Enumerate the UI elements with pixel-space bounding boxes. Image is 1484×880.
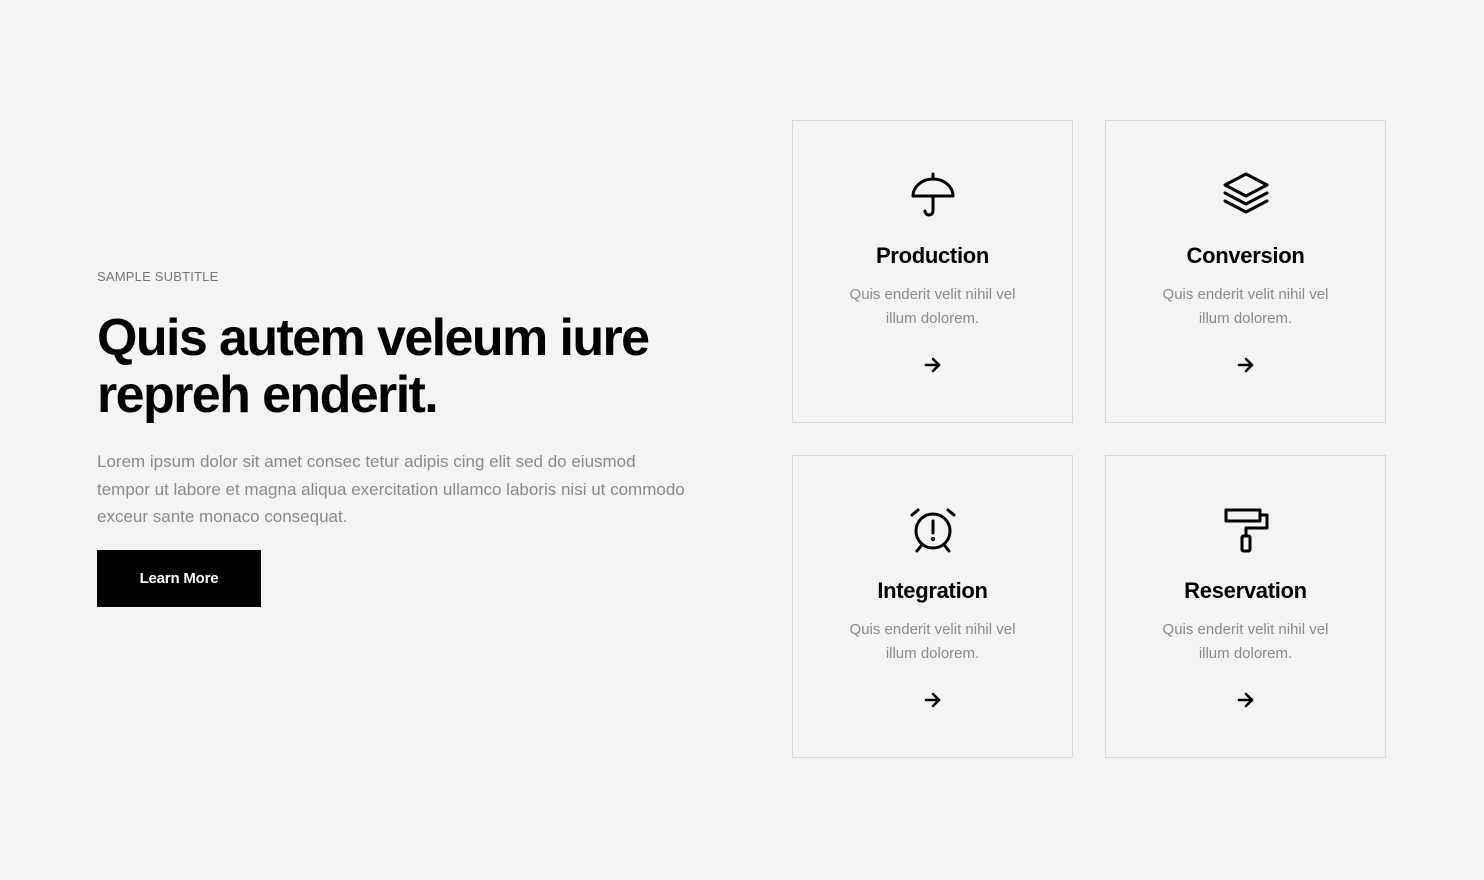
arrow-right-icon[interactable] [1234,353,1258,377]
hero-text-block: SAMPLE SUBTITLE Quis autem veleum iure r… [97,268,697,531]
card-description: Quis enderit velit nihil vel illum dolor… [1162,621,1329,662]
card-description: Quis enderit velit nihil vel illum dolor… [849,621,1016,662]
hero-description: Lorem ipsum dolor sit amet consec tetur … [97,452,685,526]
card-title: Reservation [1184,578,1307,603]
card-description: Quis enderit velit nihil vel illum dolor… [849,286,1016,327]
card-description: Quis enderit velit nihil vel illum dolor… [1162,286,1329,327]
feature-card-production: Production Quis enderit velit nihil vel … [792,120,1073,423]
umbrella-icon [909,171,957,219]
section-subtitle: SAMPLE SUBTITLE [97,269,219,284]
paint-roller-icon [1222,506,1270,554]
layers-icon [1222,171,1270,219]
arrow-right-icon[interactable] [921,688,945,712]
feature-card-reservation: Reservation Quis enderit velit nihil vel… [1105,455,1386,758]
arrow-right-icon[interactable] [1234,688,1258,712]
alarm-clock-icon [909,506,957,554]
feature-card-integration: Integration Quis enderit velit nihil vel… [792,455,1073,758]
page-title: Quis autem veleum iure repreh enderit. [97,309,650,424]
card-title: Production [875,243,990,268]
arrow-right-icon[interactable] [921,353,945,377]
feature-card-conversion: Conversion Quis enderit velit nihil vel … [1105,120,1386,423]
learn-more-button[interactable]: Learn More [97,550,261,607]
card-title: Conversion [1186,243,1305,268]
card-title: Integration [877,578,988,603]
